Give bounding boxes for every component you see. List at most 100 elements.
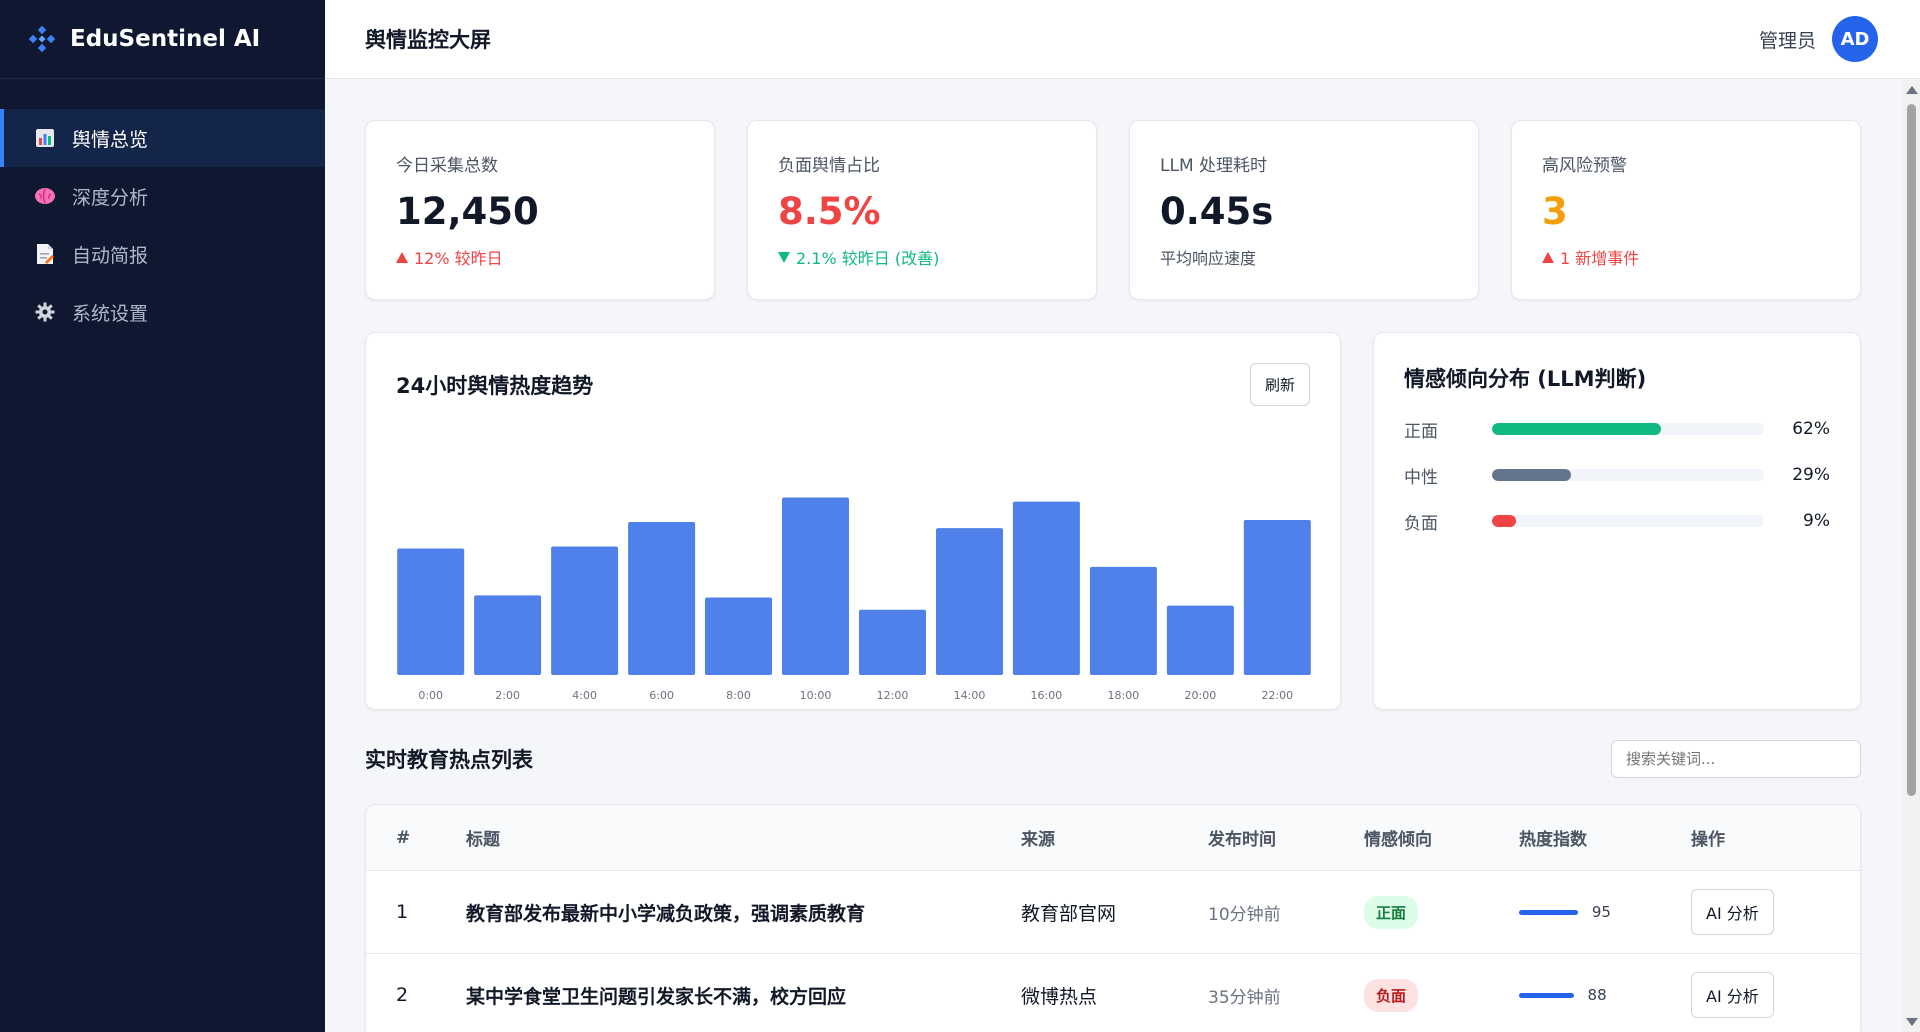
row-index: 1 (396, 901, 409, 923)
user-menu[interactable]: 管理员 AD (1759, 16, 1878, 62)
row-sentiment: 负面 (1364, 978, 1519, 1012)
top-header: 舆情监控大屏 管理员 AD (325, 0, 1920, 79)
sentiment-title: 情感倾向分布 (LLM判断) (1404, 367, 1647, 391)
heat-bar (1519, 909, 1578, 915)
sidebar-item-deep-analysis[interactable]: 深度分析 (0, 167, 325, 225)
stat-label: 今日采集总数 (396, 156, 498, 176)
document-icon (34, 243, 56, 265)
column-header-source: 来源 (1021, 830, 1055, 850)
trend-chart-header: 24小时舆情热度趋势 刷新 (366, 333, 1340, 406)
table-header-row: # 标题 来源 发布时间 情感倾向 热度指数 操作 (366, 805, 1860, 871)
stat-change-text: 2.1% 较昨日 (改善) (796, 249, 940, 268)
sidebar-item-overview[interactable]: 舆情总览 (0, 109, 325, 167)
brand-name: EduSentinel AI (70, 26, 261, 52)
bar-chart-icon (34, 127, 56, 149)
bar-4:00[interactable] (551, 546, 619, 676)
sidebar-item-auto-brief[interactable]: 自动简报 (0, 225, 325, 283)
stat-card-high-risk: 高风险预警 3 1 新增事件 (1511, 120, 1861, 300)
brand: EduSentinel AI (0, 0, 325, 79)
sentiment-label: 正面 (1404, 421, 1438, 442)
x-tick-label: 2:00 (495, 689, 520, 702)
ai-analyze-button[interactable]: AI 分析 (1691, 889, 1774, 935)
sidebar-item-label: 系统设置 (72, 302, 149, 325)
stat-change: 12% 较昨日 (396, 245, 684, 269)
sentiment-card: 情感倾向分布 (LLM判断) 正面 62% 中性 29% 负面 9% (1373, 332, 1861, 710)
stat-value: 3 (1542, 190, 1568, 233)
x-tick-label: 20:00 (1185, 689, 1217, 702)
x-tick-label: 0:00 (418, 689, 443, 702)
sentiment-bar-fill (1492, 423, 1661, 435)
x-tick-label: 8:00 (726, 689, 751, 702)
hotlist-header: 实时教育热点列表 (365, 740, 1861, 778)
stat-change-text: 12% 较昨日 (414, 249, 503, 268)
bar-8:00[interactable] (705, 597, 772, 676)
heat-value: 88 (1587, 986, 1607, 1004)
bar-16:00[interactable] (1012, 501, 1080, 675)
sentiment-percent: 29% (1792, 465, 1830, 485)
bar-20:00[interactable] (1166, 605, 1234, 675)
sidebar-item-label: 深度分析 (72, 186, 149, 209)
bar-14:00[interactable] (936, 528, 1003, 675)
scroll-down-arrow-icon[interactable] (1906, 1018, 1918, 1026)
bar-6:00[interactable] (628, 522, 696, 675)
refresh-button[interactable]: 刷新 (1249, 363, 1310, 406)
sentiment-row-positive: 正面 62% (1404, 419, 1830, 442)
sidebar: EduSentinel AI 舆情总览 深度分析 自动简报 系统设置 (0, 0, 325, 1032)
bar-12:00[interactable] (859, 609, 926, 675)
vertical-scrollbar[interactable] (1903, 80, 1920, 1032)
column-header-time: 发布时间 (1208, 830, 1276, 850)
trend-chart-card: 24小时舆情热度趋势 刷新 0:00 2:00 4:00 6:00 8:00 10:00 1… (365, 332, 1341, 710)
trend-bar-chart: 0:00 2:00 4:00 6:00 8:00 10:00 12:00 14:00 16:00… (397, 497, 1311, 702)
row-sentiment: 正面 (1364, 895, 1519, 929)
row-time: 10分钟前 (1208, 904, 1281, 925)
x-tick-label: 12:00 (877, 689, 909, 702)
column-header-sentiment: 情感倾向 (1364, 830, 1432, 850)
stat-value: 8.5% (778, 190, 881, 233)
column-header-title: 标题 (466, 830, 500, 850)
bar-0:00[interactable] (397, 548, 465, 676)
avatar[interactable]: AD (1832, 16, 1878, 62)
page-title: 舆情监控大屏 (365, 28, 491, 52)
sentiment-bar-track (1492, 423, 1764, 435)
row-time: 35分钟前 (1208, 987, 1281, 1008)
row-title[interactable]: 教育部发布最新中小学减负政策，强调素质教育 (436, 899, 1021, 926)
sidebar-item-settings[interactable]: 系统设置 (0, 283, 325, 341)
trend-down-icon (778, 251, 790, 263)
column-header-action: 操作 (1691, 830, 1725, 850)
sidebar-item-label: 自动简报 (72, 244, 149, 267)
user-name: 管理员 (1758, 29, 1816, 52)
x-tick-label: 18:00 (1108, 689, 1140, 702)
stats-row: 今日采集总数 12,450 12% 较昨日 负面舆情占比 8.5% 2.1% 较… (365, 120, 1861, 300)
sentiment-badge: 正面 (1364, 895, 1419, 929)
main-content: 今日采集总数 12,450 12% 较昨日 负面舆情占比 8.5% 2.1% 较… (365, 120, 1861, 1032)
table-row[interactable]: 1 教育部发布最新中小学减负政策，强调素质教育 教育部官网 10分钟前 正面 9… (366, 871, 1860, 954)
stat-label: 高风险预警 (1542, 156, 1627, 176)
scroll-up-arrow-icon[interactable] (1906, 86, 1918, 94)
row-heat: 88 (1519, 986, 1691, 1004)
bar-18:00[interactable] (1089, 566, 1157, 675)
row-title[interactable]: 某中学食堂卫生问题引发家长不满，校方回应 (436, 982, 1021, 1009)
row-source: 教育部官网 (1021, 902, 1117, 925)
bar-2:00[interactable] (474, 595, 542, 675)
heat-value: 95 (1591, 903, 1611, 921)
table-row[interactable]: 2 某中学食堂卫生问题引发家长不满，校方回应 微博热点 35分钟前 负面 88 … (366, 954, 1860, 1032)
sentiment-percent: 62% (1792, 419, 1830, 439)
stat-change-text: 平均响应速度 (1160, 249, 1257, 268)
x-tick-label: 4:00 (572, 689, 597, 702)
scroll-thumb[interactable] (1907, 104, 1916, 796)
ai-analyze-button[interactable]: AI 分析 (1691, 972, 1774, 1018)
x-tick-label: 14:00 (954, 689, 986, 702)
sentiment-bar-fill (1492, 515, 1517, 527)
hotlist-title: 实时教育热点列表 (365, 748, 533, 772)
x-tick-label: 22:00 (1261, 689, 1293, 702)
search-input[interactable] (1611, 740, 1861, 778)
stat-card-llm-latency: LLM 处理耗时 0.45s 平均响应速度 (1129, 120, 1479, 300)
brain-icon (34, 185, 56, 207)
row-index: 2 (396, 984, 409, 1006)
charts-row: 24小时舆情热度趋势 刷新 0:00 2:00 4:00 6:00 8:00 10:00 1… (365, 332, 1861, 710)
bar-10:00[interactable] (782, 497, 849, 676)
sentiment-label: 中性 (1404, 467, 1438, 488)
bar-22:00[interactable] (1243, 520, 1311, 675)
x-tick-label: 6:00 (649, 689, 674, 702)
stat-change: 平均响应速度 (1160, 245, 1448, 269)
